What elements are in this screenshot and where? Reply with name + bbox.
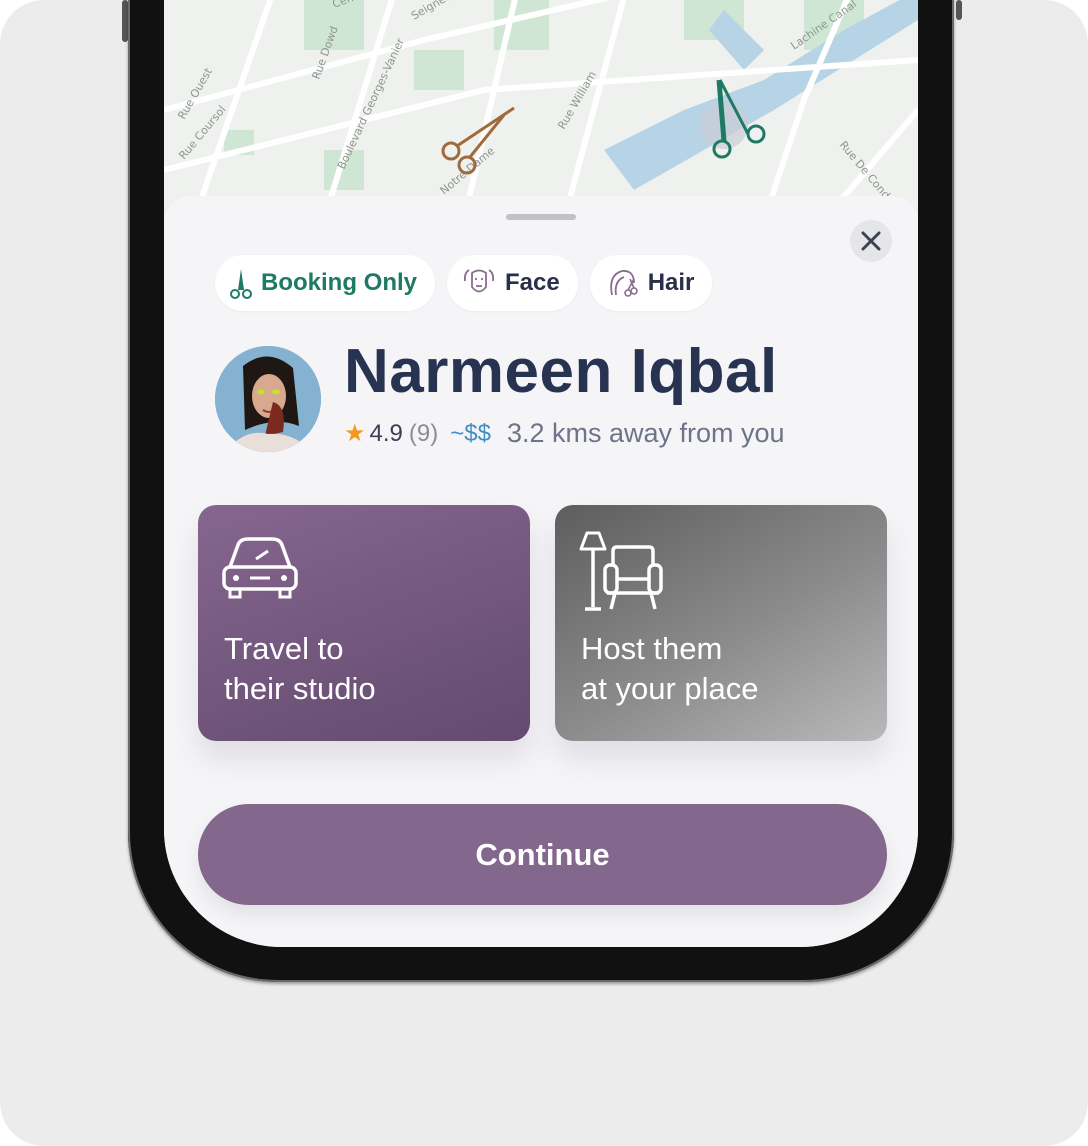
chip-booking-only[interactable]: Booking Only — [215, 255, 435, 311]
phone-side-button — [956, 0, 962, 20]
chip-label: Hair — [647, 269, 695, 296]
chip-label: Face — [505, 269, 560, 296]
booking-only-icon — [230, 269, 252, 299]
car-icon — [222, 537, 298, 599]
continue-button[interactable]: Continue — [198, 804, 887, 905]
chip-face[interactable]: Face — [447, 255, 578, 311]
chip-label: Booking Only — [261, 269, 417, 296]
option-label: Travel to their studio — [224, 631, 376, 706]
chip-hair[interactable]: Hair — [589, 255, 713, 311]
option-host-at-your-place[interactable]: Host them at your place — [555, 505, 887, 741]
price-level: ~$$ — [450, 419, 491, 447]
drag-handle[interactable] — [506, 214, 576, 220]
avatar-photo — [215, 346, 321, 452]
bottom-sheet: Booking Only Face Hair Narmeen Iqbal ★ 4… — [164, 196, 918, 947]
distance-text: 3.2 kms away from you — [506, 418, 785, 448]
stylist-meta: ★ 4.9 (9) ~$$ 3.2 kms away from you — [344, 418, 785, 449]
close-icon — [861, 231, 881, 251]
option-travel-to-studio[interactable]: Travel to their studio — [198, 505, 530, 741]
armchair-lamp-icon — [579, 531, 663, 611]
option-label: Host them at your place — [581, 631, 759, 706]
stylist-name: Narmeen Iqbal — [344, 337, 778, 406]
map-graphic: Centre Seigneurs Rue Dowd Rue Ouest Rue … — [164, 0, 918, 220]
close-button[interactable] — [850, 220, 892, 262]
service-chips: Booking Only Face Hair — [215, 255, 713, 311]
map-view[interactable]: Centre Seigneurs Rue Dowd Rue Ouest Rue … — [164, 0, 918, 220]
hair-icon — [609, 270, 638, 297]
phone-screen: Centre Seigneurs Rue Dowd Rue Ouest Rue … — [164, 0, 918, 947]
avatar[interactable] — [215, 346, 321, 452]
rating-value: 4.9 — [369, 419, 403, 447]
star-icon: ★ — [344, 420, 366, 447]
review-count: (9) — [408, 419, 439, 447]
face-icon — [463, 269, 495, 293]
